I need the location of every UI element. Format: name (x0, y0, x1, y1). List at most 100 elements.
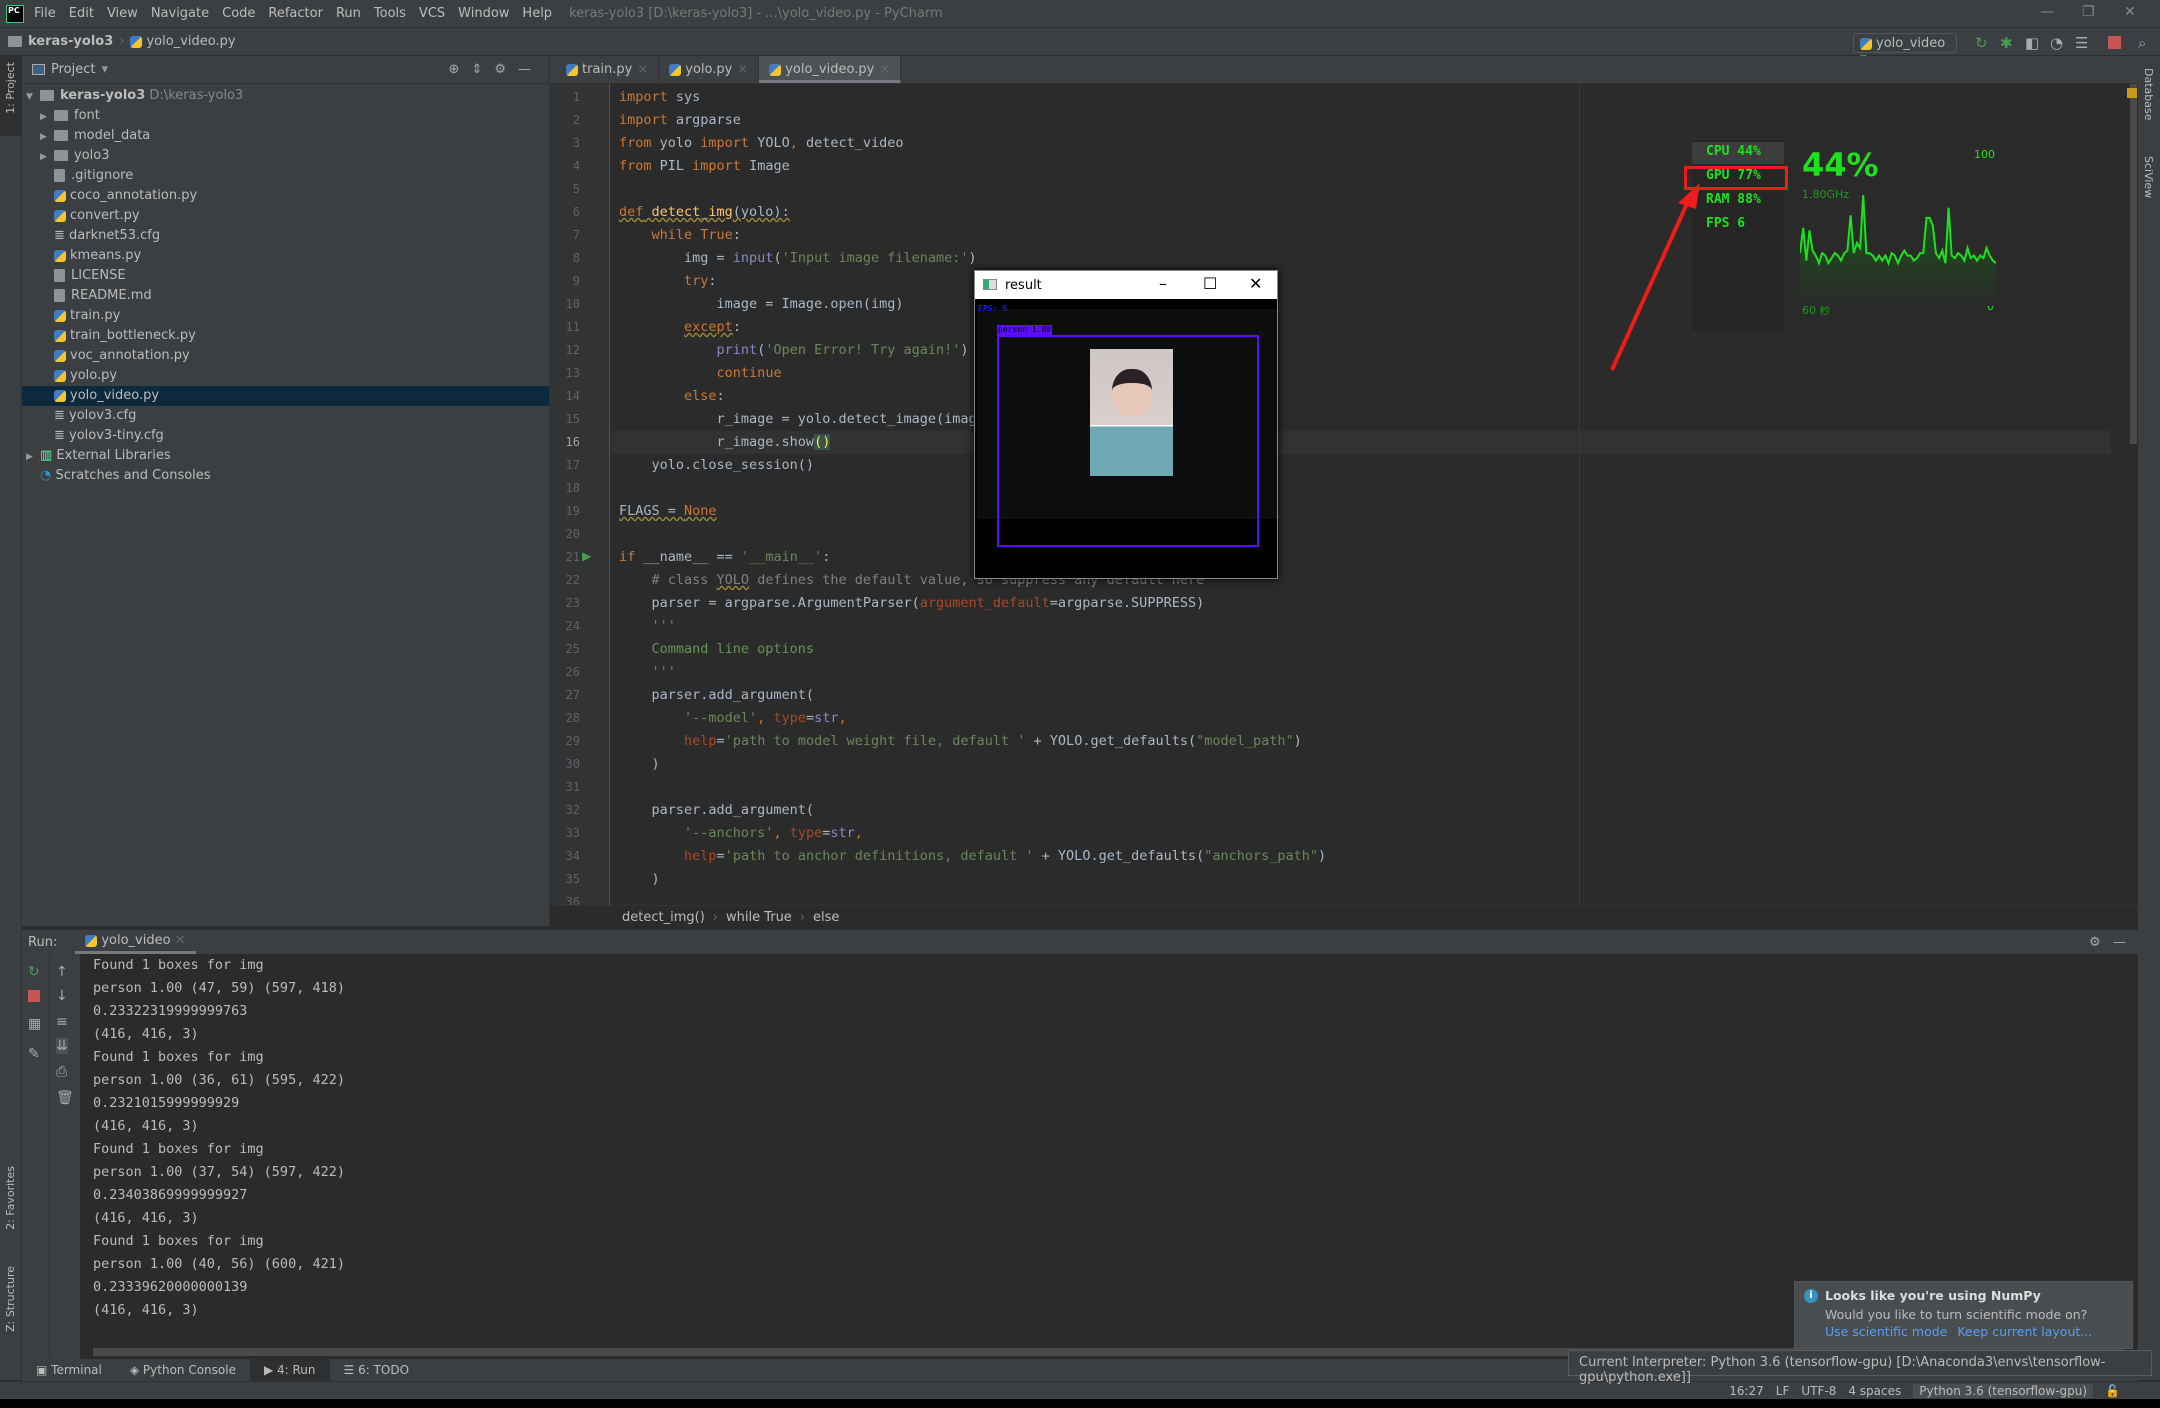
tree-item[interactable]: coco_annotation.py (22, 186, 549, 206)
close-icon[interactable]: ✕ (1249, 274, 1262, 293)
print-icon[interactable]: ⎙ (56, 1064, 67, 1080)
close-tab-icon[interactable]: × (637, 62, 648, 77)
tool-tab-4-run[interactable]: ▶ 4: Run (249, 1359, 330, 1381)
tree-item[interactable]: yolo.py (22, 366, 549, 386)
tab-train-py[interactable]: train.py × (556, 56, 660, 83)
tree-item[interactable]: train_bottleneck.py (22, 326, 549, 346)
pin-icon[interactable]: ✎ (28, 1046, 40, 1062)
tree-item[interactable]: ▶ model_data (22, 126, 549, 146)
interpreter-selector[interactable]: Python 3.6 (tensorflow-gpu) (1913, 1383, 2094, 1398)
tree-item[interactable]: kmeans.py (22, 246, 549, 266)
menu-code[interactable]: Code (222, 6, 255, 21)
menu-file[interactable]: File (34, 6, 56, 21)
project-tool-button[interactable]: 1: Project (4, 62, 17, 114)
tree-item[interactable]: ▶ yolo3 (22, 146, 549, 166)
run-configuration-select[interactable]: yolo_video ▾ (1853, 33, 1957, 66)
result-titlebar[interactable]: result – ☐ ✕ (975, 271, 1277, 299)
menu-edit[interactable]: Edit (69, 6, 94, 21)
favorites-tool-button[interactable]: 2: Favorites (4, 1166, 17, 1230)
search-icon[interactable]: ⌕ (2138, 34, 2146, 52)
use-scientific-mode-link[interactable]: Use scientific mode (1825, 1324, 1947, 1339)
structure-tool-button[interactable]: Z: Structure (4, 1266, 17, 1332)
tool-tab-6-todo[interactable]: ☰ 6: TODO (330, 1359, 424, 1381)
tree-item[interactable]: ◔ Scratches and Consoles (22, 466, 549, 486)
editor-scrollbar[interactable] (2130, 84, 2137, 444)
tree-item[interactable]: README.md (22, 286, 549, 306)
expand-arrow-icon[interactable]: ▶ (26, 447, 40, 467)
menu-refactor[interactable]: Refactor (268, 6, 323, 21)
caret-position[interactable]: 16:27 (1729, 1384, 1764, 1398)
breadcrumb-item[interactable]: else (813, 910, 839, 925)
maximize-icon[interactable]: ☐ (1203, 274, 1217, 293)
debug-icon[interactable]: ✱ (2000, 34, 2013, 52)
menu-navigate[interactable]: Navigate (151, 6, 209, 21)
close-tab-icon[interactable]: × (879, 62, 890, 77)
layout-icon[interactable]: ▦ (28, 1016, 41, 1032)
expand-arrow-icon[interactable]: ▶ (40, 127, 54, 147)
tree-item[interactable]: train.py (22, 306, 549, 326)
cpu-readout[interactable]: CPU 44% (1706, 144, 1761, 159)
run-gutter-icon[interactable]: ▶ (582, 549, 591, 563)
expand-arrow-icon[interactable]: ▶ (40, 147, 54, 167)
stop-icon[interactable] (2108, 36, 2121, 49)
panel-actions[interactable]: ⊕⇕⚙— (449, 62, 549, 77)
tree-item[interactable]: convert.py (22, 206, 549, 226)
concurrency-icon[interactable]: ☰ (2075, 34, 2088, 52)
tree-item[interactable]: ▶ font (22, 106, 549, 126)
lock-icon[interactable]: 🔓 (2105, 1384, 2120, 1398)
inspection-warning-icon[interactable] (2127, 88, 2137, 98)
tree-item[interactable]: ▶ ▥ External Libraries (22, 446, 549, 466)
scroll-to-end-icon[interactable]: ⇊ (56, 1038, 68, 1054)
menu-help[interactable]: Help (522, 6, 552, 21)
nav-file[interactable]: yolo_video.py (146, 34, 235, 49)
todo-icon: ☰ (343, 1363, 359, 1377)
expand-arrow-icon[interactable]: ▶ (40, 107, 54, 127)
run-tab[interactable]: yolo_video ✕ (75, 930, 196, 954)
tree-item[interactable]: LICENSE (22, 266, 549, 286)
tree-item[interactable]: ≣ yolov3-tiny.cfg (22, 426, 549, 446)
restore-icon[interactable]: ❐ (2082, 4, 2095, 20)
breadcrumb-item[interactable]: detect_img() (622, 910, 705, 925)
rerun-icon[interactable]: ↻ (1975, 34, 1988, 52)
tree-item[interactable]: ≣ yolov3.cfg (22, 406, 549, 426)
rerun-icon[interactable]: ↻ (28, 964, 40, 980)
nav-project[interactable]: keras-yolo3 (28, 34, 113, 49)
menu-run[interactable]: Run (336, 6, 361, 21)
ram-readout[interactable]: RAM 88% (1706, 192, 1761, 207)
close-tab-icon[interactable]: × (737, 62, 748, 77)
trash-icon[interactable]: 🗑 (56, 1090, 74, 1106)
database-tool-button[interactable]: Database (2142, 68, 2155, 121)
menu-vcs[interactable]: VCS (419, 6, 445, 21)
tree-item[interactable]: yolo_video.py (22, 386, 549, 406)
minimize-icon[interactable]: – (1159, 274, 1167, 293)
tool-tab-python-console[interactable]: ◈ Python Console (116, 1359, 250, 1381)
soft-wrap-icon[interactable]: ≡ (56, 1014, 68, 1030)
tree-item[interactable]: voc_annotation.py (22, 346, 549, 366)
tab-yolo-py[interactable]: yolo.py × (659, 56, 760, 83)
up-arrow-icon[interactable]: ↑ (56, 964, 68, 980)
close-icon[interactable]: ✕ (2124, 4, 2136, 20)
stop-icon[interactable] (28, 990, 40, 1002)
tool-tab-terminal[interactable]: ▣ Terminal (22, 1359, 116, 1381)
sciview-tool-button[interactable]: SciView (2142, 156, 2155, 198)
breadcrumb-item[interactable]: while True (726, 910, 792, 925)
keep-layout-link[interactable]: Keep current layout... (1957, 1324, 2092, 1339)
tree-root[interactable]: ▼ keras-yolo3 D:\keras-yolo3 (22, 86, 549, 106)
tree-item[interactable]: .gitignore (22, 166, 549, 186)
profile-icon[interactable]: ◔ (2050, 34, 2063, 52)
minimize-icon[interactable]: — (2040, 4, 2054, 20)
fps-readout[interactable]: FPS 6 (1706, 216, 1745, 231)
result-window[interactable]: result – ☐ ✕ FPS: 5 person 1.00 (974, 270, 1278, 579)
down-arrow-icon[interactable]: ↓ (56, 988, 68, 1004)
menu-window[interactable]: Window (458, 6, 509, 21)
indent-setting[interactable]: 4 spaces (1848, 1384, 1901, 1398)
file-encoding[interactable]: UTF-8 (1801, 1384, 1836, 1398)
tree-item[interactable]: ≣ darknet53.cfg (22, 226, 549, 246)
menu-view[interactable]: View (107, 6, 138, 21)
tab-yolo_video-py[interactable]: yolo_video.py × (759, 56, 902, 83)
project-view-select[interactable]: Project (51, 62, 95, 77)
run-settings-icon[interactable]: ⚙ — (2089, 935, 2126, 950)
coverage-icon[interactable]: ◧ (2025, 34, 2039, 52)
menu-tools[interactable]: Tools (374, 6, 406, 21)
line-separator[interactable]: LF (1776, 1384, 1790, 1398)
